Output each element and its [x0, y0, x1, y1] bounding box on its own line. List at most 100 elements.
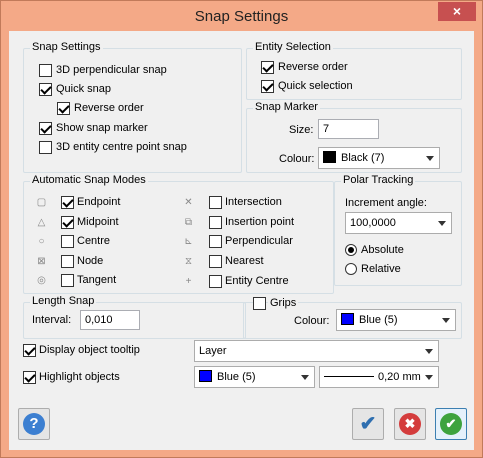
interval-label: Interval: [32, 314, 72, 326]
chevron-down-icon [438, 221, 446, 226]
chevron-down-icon [425, 375, 433, 380]
insertion-point-icon: ⧉ [184, 217, 193, 228]
centre-checkbox[interactable] [61, 235, 74, 248]
marker-size-input[interactable]: 7 [318, 119, 379, 139]
snap-marker-group: Snap Marker Size: 7 Colour: Black (7) [246, 101, 462, 173]
black-swatch [323, 151, 336, 163]
increment-angle-label: Increment angle: [345, 197, 427, 209]
endpoint-label: Endpoint [77, 196, 121, 208]
cancel-button[interactable]: ✖ [394, 408, 426, 440]
automatic-snap-modes-group: Automatic Snap Modes ▢ Endpoint △ Midpoi… [23, 174, 334, 294]
chevron-down-icon [426, 156, 434, 161]
quick-selection-checkbox[interactable] [261, 80, 274, 93]
marker-size-label: Size: [289, 124, 314, 136]
entity-selection-group: Entity Selection Reverse order Quick sel… [246, 41, 462, 100]
chevron-down-icon [301, 375, 309, 380]
intersection-icon: ✕ [184, 197, 193, 208]
entity-centre-3d-label: 3D entity centre point snap [56, 141, 187, 153]
polar-tracking-legend: Polar Tracking [341, 174, 416, 186]
cancel-icon: ✖ [399, 413, 421, 435]
selection-reverse-order-label: Reverse order [278, 61, 348, 73]
node-icon: ⊠ [37, 256, 46, 267]
snap-marker-legend: Snap Marker [253, 101, 320, 113]
show-snap-marker-checkbox[interactable] [39, 122, 52, 135]
display-tooltip-checkbox[interactable] [23, 344, 36, 357]
perpendicular-icon: ⊾ [184, 236, 193, 247]
snap-reverse-order-checkbox[interactable] [57, 102, 70, 115]
midpoint-icon: △ [37, 217, 46, 228]
auto-snap-legend: Automatic Snap Modes [30, 174, 148, 186]
marker-colour-value: Black (7) [341, 152, 385, 164]
insertion-point-checkbox[interactable] [209, 216, 222, 229]
snap-settings-legend: Snap Settings [30, 41, 103, 53]
help-icon: ? [23, 413, 45, 435]
quick-selection-label: Quick selection [278, 80, 353, 92]
increment-angle-select[interactable]: 100,0000 [345, 212, 452, 234]
nearest-label: Nearest [225, 255, 264, 267]
lineweight-value: 0,20 mm [378, 371, 421, 383]
endpoint-icon: ▢ [36, 197, 47, 208]
highlight-objects-checkbox[interactable] [23, 371, 36, 384]
nearest-checkbox[interactable] [209, 255, 222, 268]
increment-angle-value: 100,0000 [350, 217, 396, 229]
quick-snap-label: Quick snap [56, 83, 112, 95]
centre-icon: ○ [38, 236, 45, 247]
selection-reverse-order-checkbox[interactable] [261, 61, 274, 74]
help-button[interactable]: ? [18, 408, 50, 440]
marker-colour-select[interactable]: Black (7) [318, 147, 440, 169]
intersection-checkbox[interactable] [209, 196, 222, 209]
chevron-down-icon [425, 349, 433, 354]
length-snap-legend: Length Snap [30, 295, 97, 307]
entity-centre-label: Entity Centre [225, 275, 289, 287]
perpendicular-checkbox[interactable] [209, 235, 222, 248]
blue-swatch [341, 313, 354, 325]
tangent-label: Tangent [77, 274, 117, 286]
apply-icon: ✔ [440, 413, 462, 435]
dialog-body: Snap Settings 3D perpendicular snap Quic… [9, 31, 474, 450]
perpendicular-label: Perpendicular [225, 235, 293, 247]
highlight-objects-label: Highlight objects [39, 371, 120, 383]
highlight-colour-select[interactable]: Blue (5) [194, 366, 315, 388]
interval-input[interactable]: 0,010 [80, 310, 140, 330]
line-sample [324, 376, 374, 377]
blue-swatch [199, 370, 212, 382]
quick-snap-checkbox[interactable] [39, 83, 52, 96]
endpoint-checkbox[interactable] [61, 196, 74, 209]
ok-button[interactable]: ✔ [352, 408, 384, 440]
grips-checkbox[interactable] [253, 297, 266, 310]
display-tooltip-label: Display object tooltip [39, 344, 140, 356]
lineweight-select[interactable]: 0,20 mm [319, 366, 439, 388]
relative-radio[interactable] [345, 263, 357, 275]
polar-tracking-group: Polar Tracking Increment angle: 100,0000… [334, 174, 462, 286]
perpendicular-3d-label: 3D perpendicular snap [56, 64, 167, 76]
snap-reverse-order-label: Reverse order [74, 102, 144, 114]
apply-button[interactable]: ✔ [435, 408, 467, 440]
tangent-checkbox[interactable] [61, 274, 74, 287]
show-snap-marker-label: Show snap marker [56, 122, 148, 134]
perpendicular-3d-checkbox[interactable] [39, 64, 52, 77]
tooltip-layer-select[interactable]: Layer [194, 340, 439, 362]
nearest-icon: ⧖ [184, 256, 193, 267]
entity-centre-checkbox[interactable] [209, 275, 222, 288]
tooltip-layer-value: Layer [199, 345, 227, 357]
relative-label: Relative [361, 263, 401, 275]
grips-colour-value: Blue (5) [359, 314, 398, 326]
snap-settings-group: Snap Settings 3D perpendicular snap Quic… [23, 41, 242, 173]
title-bar: Snap Settings × [1, 1, 482, 31]
snap-settings-window: Snap Settings × Snap Settings 3D perpend… [0, 0, 483, 458]
node-checkbox[interactable] [61, 255, 74, 268]
node-label: Node [77, 255, 104, 267]
tangent-icon: ◎ [37, 275, 46, 286]
grips-colour-select[interactable]: Blue (5) [336, 309, 456, 331]
centre-label: Centre [77, 235, 111, 247]
absolute-radio[interactable] [345, 244, 357, 256]
close-button[interactable]: × [438, 2, 476, 21]
length-snap-group: Length Snap Interval: 0,010 [23, 295, 246, 339]
entity-selection-legend: Entity Selection [253, 41, 333, 53]
entity-centre-icon: + [185, 276, 192, 287]
entity-centre-3d-checkbox[interactable] [39, 141, 52, 154]
midpoint-checkbox[interactable] [61, 216, 74, 229]
chevron-down-icon [442, 318, 450, 323]
insertion-point-label: Insertion point [225, 216, 295, 228]
intersection-label: Intersection [225, 196, 282, 208]
